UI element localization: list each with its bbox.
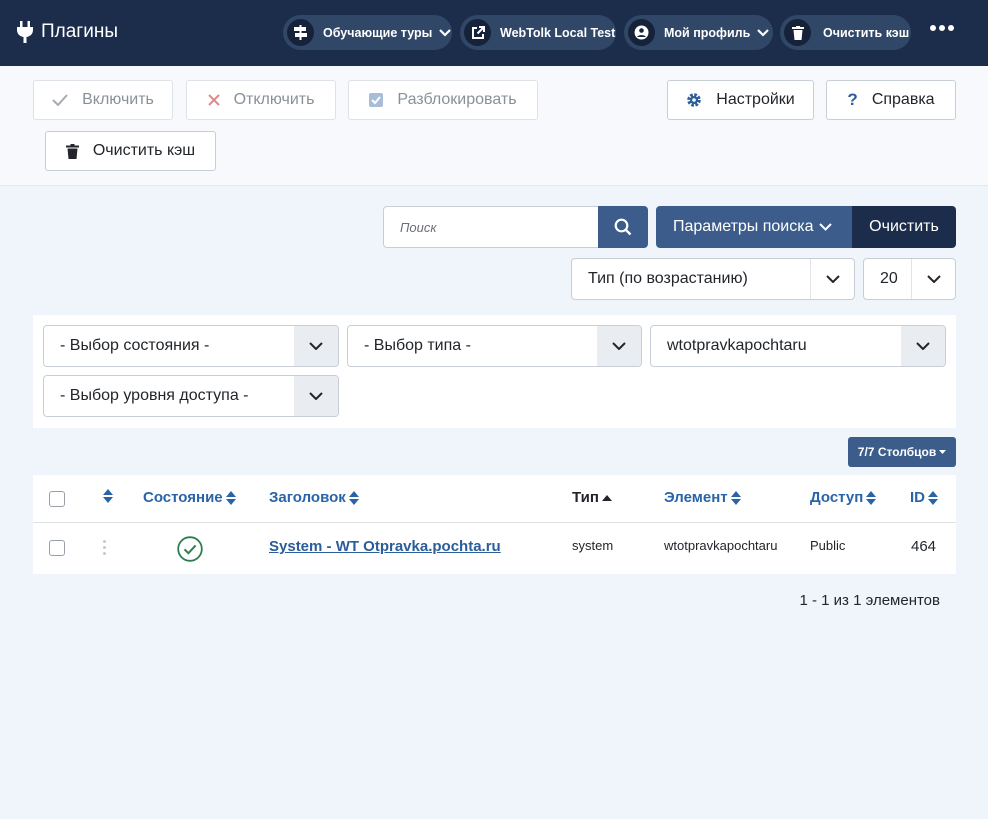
- chevron-down-icon: [612, 342, 626, 350]
- external-link-icon: [464, 19, 491, 46]
- state-filter-select[interactable]: - Выбор состояния -: [43, 325, 339, 367]
- chevron-down-icon: [926, 275, 941, 283]
- search-placeholder: Поиск: [400, 219, 437, 235]
- app-header: Плагины Обучающие туры WebTolk Local Tes…: [0, 0, 988, 66]
- unlock-icon: [369, 93, 384, 107]
- unlock-button[interactable]: Разблокировать: [348, 80, 538, 120]
- site-link[interactable]: WebTolk Local Test: [460, 15, 616, 50]
- enable-label: Включить: [82, 91, 154, 108]
- list-limit-select[interactable]: 20: [863, 258, 956, 300]
- unlock-label: Разблокировать: [397, 91, 517, 108]
- page-title: Плагины: [41, 21, 119, 42]
- type-filter-value: - Выбор типа -: [364, 337, 471, 354]
- id-header-label: ID: [910, 489, 925, 506]
- element-filter-select[interactable]: wtotpravkapochtaru: [650, 325, 946, 367]
- type-sort-header[interactable]: Тип: [572, 489, 612, 506]
- drag-handle-icon[interactable]: [103, 540, 106, 555]
- chevron-down-icon: [309, 392, 323, 400]
- id-sort-header[interactable]: ID: [910, 489, 938, 506]
- type-header-label: Тип: [572, 489, 599, 506]
- gear-icon: [686, 92, 702, 108]
- plugin-title-link[interactable]: System - WT Otpravka.pochta.ru: [269, 538, 501, 555]
- clear-cache-label: Очистить кэш: [92, 142, 196, 159]
- columns-button[interactable]: 7/7 Столбцов: [848, 437, 956, 467]
- user-icon: [628, 19, 655, 46]
- type-filter-select[interactable]: - Выбор типа -: [347, 325, 642, 367]
- settings-button[interactable]: Настройки: [667, 80, 814, 120]
- table-header: Состояние Заголовок Тип Элемент Доступ I…: [33, 475, 956, 523]
- search-options-button[interactable]: Параметры поиска: [656, 206, 852, 248]
- search-button[interactable]: [598, 206, 648, 248]
- select-all-checkbox[interactable]: [49, 491, 65, 507]
- sort-asc-icon: [601, 494, 612, 501]
- sort-icon: [928, 490, 938, 505]
- sort-icon: [348, 490, 359, 505]
- sort-order-value: Тип (по возрастанию): [588, 270, 748, 287]
- access-header-label: Доступ: [810, 489, 864, 506]
- ordering-sort-header[interactable]: [100, 489, 113, 503]
- clear-search-button[interactable]: Очистить: [852, 206, 956, 248]
- title-sort-header[interactable]: Заголовок: [269, 489, 359, 506]
- trash-icon: [784, 19, 811, 46]
- enable-button[interactable]: Включить: [33, 80, 173, 120]
- chevron-down-icon: [309, 342, 323, 350]
- help-label: Справка: [871, 91, 935, 108]
- search-icon: [614, 218, 632, 236]
- state-sort-header[interactable]: Состояние: [143, 489, 236, 506]
- plugin-type: system: [572, 538, 614, 553]
- chevron-down-icon: [825, 275, 840, 283]
- element-header-label: Элемент: [664, 489, 728, 506]
- plugin-access: Public: [810, 538, 846, 553]
- clear-search-label: Очистить: [869, 218, 939, 235]
- toolbar: Включить Отключить Разблокировать Настро…: [0, 66, 988, 186]
- disable-label: Отключить: [233, 91, 315, 108]
- settings-label: Настройки: [716, 91, 795, 108]
- trash-icon: [65, 143, 79, 159]
- header-clear-cache-button[interactable]: Очистить кэш: [780, 15, 911, 50]
- sort-icon: [103, 489, 113, 503]
- row-checkbox[interactable]: [49, 540, 65, 556]
- state-filter-value: - Выбор состояния -: [60, 337, 210, 354]
- chevron-down-icon: [757, 28, 770, 37]
- disable-button[interactable]: Отключить: [186, 80, 336, 120]
- list-limit-value: 20: [880, 270, 898, 287]
- access-filter-select[interactable]: - Выбор уровня доступа -: [43, 375, 339, 417]
- question-icon: ?: [847, 90, 858, 109]
- guided-tours-label: Обучающие туры: [323, 25, 433, 40]
- guided-tours-menu[interactable]: Обучающие туры: [283, 15, 452, 50]
- more-icon[interactable]: [930, 25, 954, 31]
- site-name-label: WebTolk Local Test: [500, 25, 616, 40]
- check-circle-icon[interactable]: [177, 536, 203, 562]
- clear-cache-button[interactable]: Очистить кэш: [45, 131, 216, 171]
- element-sort-header[interactable]: Элемент: [664, 489, 741, 506]
- columns-label: 7/7 Столбцов: [857, 445, 937, 459]
- header-clear-cache-label: Очистить кэш: [823, 25, 910, 40]
- access-filter-value: - Выбор уровня доступа -: [60, 387, 249, 404]
- sort-order-select[interactable]: Тип (по возрастанию): [571, 258, 855, 300]
- chevron-down-icon: [819, 223, 833, 231]
- pagination-counter: 1 - 1 из 1 элементов: [799, 592, 941, 609]
- times-icon: [207, 94, 220, 106]
- sort-icon: [730, 490, 741, 505]
- check-icon: [52, 94, 68, 106]
- chevron-down-icon: [916, 342, 930, 350]
- help-button[interactable]: ? Справка: [826, 80, 956, 120]
- plugin-id: 464: [911, 538, 937, 555]
- access-sort-header[interactable]: Доступ: [810, 489, 877, 506]
- search-input[interactable]: Поиск: [383, 206, 599, 248]
- plugins-table: Состояние Заголовок Тип Элемент Доступ I…: [33, 475, 956, 574]
- element-filter-value: wtotpravkapochtaru: [667, 337, 807, 354]
- profile-label: Мой профиль: [664, 25, 751, 40]
- caret-down-icon: [939, 450, 947, 454]
- plug-icon: [17, 21, 33, 43]
- sort-icon: [225, 490, 236, 505]
- chevron-down-icon: [439, 28, 452, 37]
- state-header-label: Состояние: [143, 489, 223, 506]
- title-header-label: Заголовок: [269, 489, 346, 506]
- search-options-label: Параметры поиска: [673, 218, 814, 235]
- profile-menu[interactable]: Мой профиль: [624, 15, 773, 50]
- signpost-icon: [287, 19, 314, 46]
- sort-icon: [866, 490, 877, 505]
- plugin-element: wtotpravkapochtaru: [664, 538, 778, 553]
